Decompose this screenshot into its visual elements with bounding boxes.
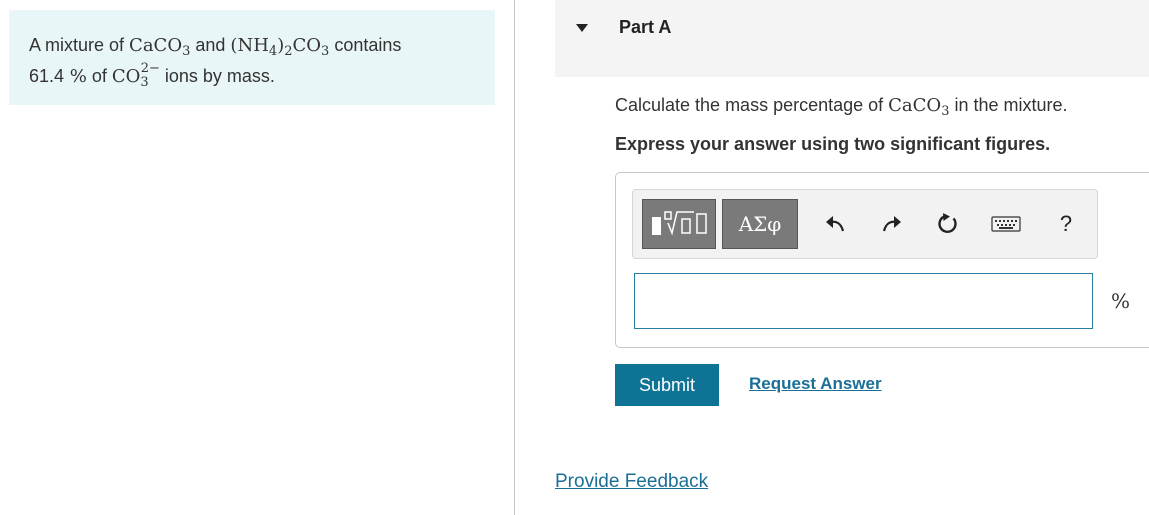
problem-line-1: A mixture of CaCO3 and (NH4)2CO3 contain… — [29, 35, 402, 59]
answer-input[interactable] — [634, 273, 1093, 329]
column-divider — [514, 0, 515, 515]
request-answer-link[interactable]: Request Answer — [749, 374, 882, 394]
ammonium-carbonate-formula: (NH4)2CO3 — [230, 35, 330, 59]
redo-icon — [882, 216, 901, 232]
submit-button[interactable]: Submit — [615, 364, 719, 406]
carbonate-ion-formula: CO32− — [111, 61, 160, 90]
problem-statement: A mixture of CaCO3 and (NH4)2CO3 contain… — [9, 10, 495, 105]
templates-icon — [652, 211, 707, 236]
caco3-formula: CaCO3 — [129, 35, 191, 59]
keyboard-icon — [991, 216, 1021, 232]
templates-button[interactable] — [642, 199, 716, 249]
question-formula: CaCO3 — [888, 95, 950, 119]
help-button[interactable]: ? — [1052, 210, 1080, 238]
keyboard-button[interactable] — [991, 210, 1021, 238]
greek-symbols-button[interactable]: ΑΣφ — [722, 199, 798, 249]
reset-button[interactable] — [934, 210, 962, 238]
part-title[interactable]: Part A — [619, 17, 671, 38]
question-text: Calculate the mass percentage of CaCO3 i… — [615, 95, 1068, 119]
undo-button[interactable] — [821, 210, 849, 238]
provide-feedback-link[interactable]: Provide Feedback — [555, 471, 708, 493]
percent-value: 61.4 — [29, 66, 65, 86]
problem-text: A mixture of — [29, 35, 130, 55]
answer-instruction: Express your answer using two significan… — [615, 134, 1051, 154]
undo-icon — [826, 216, 845, 232]
problem-line-2: 61.4 % of CO32− ions by mass. — [29, 61, 275, 90]
collapse-caret-icon[interactable] — [576, 24, 588, 32]
reset-icon — [938, 213, 957, 233]
redo-button[interactable] — [878, 210, 906, 238]
part-header[interactable] — [555, 0, 1149, 77]
percent-unit: % — [1111, 289, 1131, 313]
